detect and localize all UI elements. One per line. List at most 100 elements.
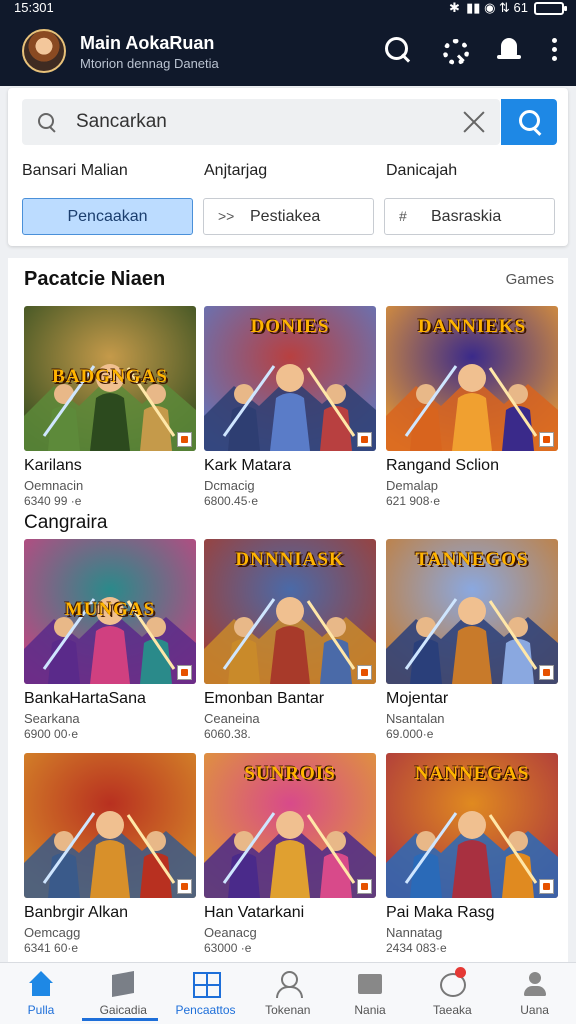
nav-label: Nania (354, 1003, 386, 1017)
game-logo-text: TANNEGOS (415, 549, 529, 570)
game-title: Mojentar (386, 690, 449, 707)
nav-label: Taeaka (432, 1003, 472, 1017)
game-genre: Oemnacin (24, 478, 84, 493)
store-badge-icon (357, 432, 372, 447)
game-genre: Oemcagg (24, 925, 81, 940)
search-button[interactable] (501, 99, 557, 145)
nav-item-inbox[interactable]: Nania (329, 963, 411, 1024)
game-genre: Searkana (24, 711, 80, 726)
game-title: Karilans (24, 457, 82, 474)
game-cover-image: NANNEGAS (386, 753, 558, 898)
game-cover-image: TANNEGOS (386, 539, 558, 684)
game-card[interactable]: SUNROIS Han Vatarkani Oeanacg 63000 ·e (204, 753, 376, 962)
game-card[interactable]: DANNIEKS Rangand Sclion Demalap 621 908·e (386, 306, 558, 532)
game-size: 63000 ·e (204, 941, 252, 955)
nav-item-tokens[interactable]: Tokenan (247, 963, 329, 1024)
nav-item-catalog[interactable]: Pencaattos (165, 963, 247, 1024)
search-icon[interactable] (382, 34, 412, 64)
nav-label: Pencaattos (175, 1003, 236, 1017)
nav-label: Pulla (27, 1003, 55, 1017)
game-logo-text: DNNNIASK (235, 549, 345, 570)
game-cover-image (24, 753, 196, 898)
filter-chip-selected[interactable]: Pencaakan (22, 198, 193, 235)
game-cover-image: DANNIEKS (386, 306, 558, 451)
header-actions (382, 34, 558, 65)
game-card[interactable]: MUNGAS BankaHartaSana Searkana 6900 00·e (24, 539, 196, 765)
game-genre: Nannatag (386, 925, 443, 940)
game-genre: Oeanacg (204, 925, 257, 940)
game-size: 6060.38. (204, 727, 251, 741)
filter-label[interactable]: Danicajah (386, 162, 457, 180)
nav-label: Gaicadia (99, 1003, 147, 1017)
book-icon (110, 971, 136, 997)
close-icon[interactable] (460, 109, 486, 135)
game-size: 6900 00·e (24, 727, 79, 741)
search-box (22, 99, 500, 145)
chat-icon (439, 967, 467, 997)
game-title: Banbrgir Alkan (24, 904, 129, 921)
bell-icon[interactable] (494, 34, 524, 64)
page-title: Main AokaRuan (80, 33, 215, 53)
game-genre: Ceaneina (204, 711, 260, 726)
game-card[interactable]: TANNEGOS Mojentar Nsantalan 69.000·e (386, 539, 558, 765)
home-icon (28, 971, 54, 997)
avatar[interactable] (22, 29, 66, 73)
game-cover-image: DONIES (204, 306, 376, 451)
game-cover-image: MUNGAS (24, 539, 196, 684)
game-catalog: Pacatcie Niaen Games Cangraira BADGNGAS K… (8, 258, 568, 962)
more-vert-icon[interactable] (550, 34, 558, 64)
filter-label[interactable]: Anjtarjag (204, 162, 267, 180)
game-logo-text: MUNGAS (64, 599, 156, 620)
game-size: 2434 083·e (386, 941, 447, 955)
store-badge-icon (177, 665, 192, 680)
search-panel: Bansari Malian Anjtarjag Danicajah Penca… (8, 88, 568, 246)
person-icon (522, 971, 548, 997)
chip-label: Basraskia (431, 208, 502, 225)
game-cover-image: BADGNGAS (24, 306, 196, 451)
game-genre: Nsantalan (386, 711, 445, 726)
hash-icon: # (399, 208, 407, 224)
status-time: 15:301 (14, 0, 54, 15)
status-indicators: ✱ ▮▮ ◉ ⇅ 61 (449, 0, 567, 16)
game-size: 6340 99 ·e (24, 494, 82, 508)
grid-icon (192, 971, 221, 998)
game-title: Emonban Bantar (204, 690, 325, 707)
nav-item-library[interactable]: Gaicadia (82, 963, 164, 1024)
store-badge-icon (539, 665, 554, 680)
title-block: Main AokaRuan Mtorion dennag Danetia (80, 33, 280, 71)
box-icon (357, 971, 383, 997)
store-badge-icon (177, 432, 192, 447)
game-card[interactable]: BADGNGAS Karilans Oemnacin 6340 99 ·e (24, 306, 196, 532)
game-logo-text: BADGNGAS (52, 366, 168, 387)
filter-label[interactable]: Bansari Malian (22, 162, 128, 180)
nav-item-home[interactable]: Pulla (0, 963, 82, 1024)
status-bar: 15:301 ✱ ▮▮ ◉ ⇅ 61 (0, 0, 576, 18)
filter-chip[interactable]: # Basraskia (384, 198, 555, 235)
forward-icon: >> (218, 208, 235, 224)
filter-chip[interactable]: >> Pestiakea (203, 198, 374, 235)
chip-label: Pencaakan (67, 208, 148, 225)
bottom-navigation: Pulla Gaicadia Pencaattos Tokenan Nania … (0, 962, 576, 1024)
section-more-link[interactable]: Games (506, 271, 554, 288)
search-input[interactable] (76, 108, 436, 136)
store-badge-icon (177, 879, 192, 894)
game-cover-image: DNNNIASK (204, 539, 376, 684)
game-card[interactable]: DNNNIASK Emonban Bantar Ceaneina 6060.38. (204, 539, 376, 765)
game-card[interactable]: NANNEGAS Pai Maka Rasg Nannatag 2434 083·e (386, 753, 558, 962)
store-badge-icon (357, 665, 372, 680)
nav-item-chat[interactable]: Taeaka (411, 963, 493, 1024)
app-header: 15:301 ✱ ▮▮ ◉ ⇅ 61 Main AokaRuan Mtorion… (0, 0, 576, 86)
nav-item-profile[interactable]: Uana (494, 963, 576, 1024)
nav-label: Tokenan (265, 1003, 311, 1017)
game-cover-image: SUNROIS (204, 753, 376, 898)
game-logo-text: SUNROIS (244, 763, 336, 784)
game-size: 621 908·e (386, 494, 441, 508)
store-badge-icon (539, 432, 554, 447)
gear-icon[interactable] (438, 34, 469, 65)
game-size: 6800.45·e (204, 494, 259, 508)
game-title: Han Vatarkani (204, 904, 305, 921)
game-card[interactable]: Banbrgir Alkan Oemcagg 6341 60·e (24, 753, 196, 962)
game-card[interactable]: DONIES Kark Matara Dcmacig 6800.45·e (204, 306, 376, 532)
magnifier-icon (38, 113, 56, 131)
game-title: Rangand Sclion (386, 457, 499, 474)
